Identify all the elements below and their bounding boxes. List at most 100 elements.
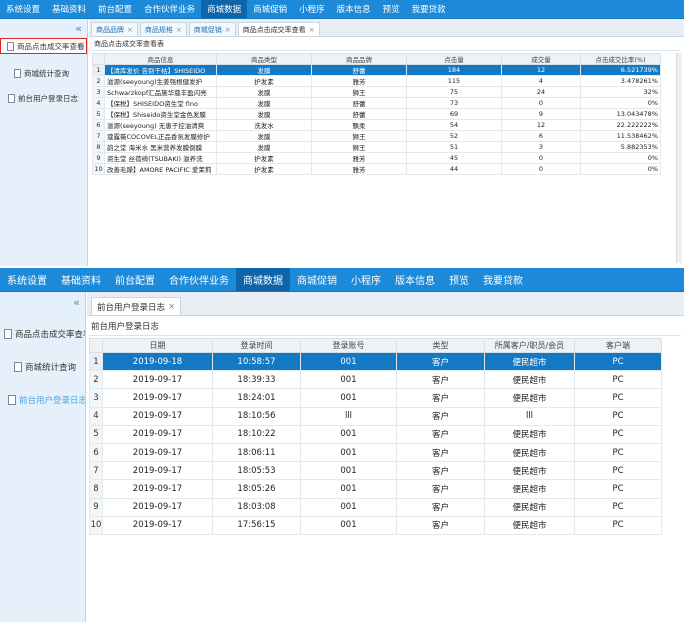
table-row[interactable]: 2 2019-09-17 18:39:33 001 客户 便民超市 PC [89,370,662,390]
nav-frontend-config[interactable]: 前台配置 [92,0,138,18]
nav-mall-promotion[interactable]: 商城促销 [290,268,344,291]
table-cell: 24 [501,86,581,98]
table-row[interactable]: 8 2019-09-17 18:05:26 001 客户 便民超市 PC [89,479,662,499]
sidebar-item-click-rate[interactable]: 商品点击成交率查看 [0,325,85,343]
table-row[interactable]: 6 2019-09-17 18:06:11 001 客户 便民超市 PC [89,442,662,463]
nav-system-settings[interactable]: 系统设置 [0,268,54,291]
sidebar-item-mall-stats[interactable]: 商城统计查询 [0,65,87,81]
table-cell: Schwarzkopf汇品施华蔻丰盈闪亮 [104,86,217,98]
nav-mall-promotion[interactable]: 商城促销 [247,0,293,18]
sidebar-item-login-log[interactable]: 前台用户登录日志 [0,90,87,106]
close-icon[interactable]: × [309,26,315,34]
table-cell: 便民超市 [484,351,575,372]
tab-click-rate[interactable]: 商品点击成交率查看 × [237,22,320,36]
nav-frontend-config[interactable]: 前台配置 [108,268,162,291]
nav-basic-data[interactable]: 基础资料 [54,268,108,291]
collapse-icon[interactable]: « [73,297,80,308]
table-cell: lll [484,406,575,426]
nav-basic-data[interactable]: 基础资料 [46,0,92,18]
nav-partner-business[interactable]: 合作伙伴业务 [138,0,201,18]
nav-version-info[interactable]: 版本信息 [331,0,377,18]
table-cell: 18:10:22 [212,424,301,444]
table-cell: 狮王 [311,130,407,142]
close-icon[interactable]: × [127,26,133,34]
nav-partner-business[interactable]: 合作伙伴业务 [162,268,236,291]
table-cell: 舒蕾 [311,108,407,120]
table-row[interactable]: 3 Schwarzkopf汇品施华蔻丰盈闪亮 发膜 狮王 75 24 32% [92,86,661,98]
nav-mini-program[interactable]: 小程序 [344,268,388,291]
nav-mall-data[interactable]: 商城数据 [236,268,290,291]
table-row[interactable]: 6 滋源(seeyoung) 无患子控油清爽 洗发水 飘柔 54 12 22.222222% [92,119,661,131]
table-row[interactable]: 5 2019-09-17 18:10:22 001 客户 便民超市 PC [89,424,662,444]
column-header-owner[interactable]: 所属客户/职员/会员 [484,338,575,353]
close-icon[interactable]: × [176,26,182,34]
table-row[interactable]: 3 2019-09-17 18:24:01 001 客户 便民超市 PC [89,388,662,408]
sidebar: « 商品点击成交率查看 商城统计查询 前台用户登录日志 [0,19,88,266]
tab-brand[interactable]: 商品品牌 × [91,22,138,36]
column-header-clicks[interactable]: 点击量 [406,53,502,65]
table-cell: 001 [300,497,397,517]
vertical-scrollbar[interactable] [676,53,682,263]
table-cell: 发膜 [216,108,312,120]
column-header-account[interactable]: 登录账号 [300,338,397,353]
column-header-date[interactable]: 日期 [102,338,213,353]
document-icon [7,41,14,51]
table-cell: 001 [300,424,397,444]
table-cell: 2019-09-17 [102,424,213,444]
table-cell: 洗发水 [216,119,312,131]
table-row[interactable]: 2 滋源(seeyoung)生姜强根健发护 护发素 雅芳 115 4 3.478261% [92,75,661,87]
table-cell: 0 [501,152,581,164]
column-header-rate[interactable]: 点击成交比率(%) [580,53,661,65]
table-cell: lll [300,406,397,426]
column-header-deals[interactable]: 成交量 [501,53,581,65]
table-row[interactable]: 8 韵之堂 海米水 黑米营养发膜倒膜 发膜 狮王 51 3 5.882353% [92,141,661,153]
column-header-product[interactable]: 商品信息 [104,53,217,65]
table-row[interactable]: 9 2019-09-17 18:03:08 001 客户 便民超市 PC [89,497,662,517]
table-cell: 雅芳 [311,75,407,87]
column-header-type[interactable]: 类型 [396,338,485,353]
nav-mini-program[interactable]: 小程序 [293,0,331,18]
nav-preview[interactable]: 预览 [442,268,476,291]
table-row[interactable]: 7 蔻露薇COCOVEL正品香氛发膜修护 发膜 狮王 52 6 11.538462% [92,130,661,142]
collapse-icon[interactable]: « [75,23,82,34]
row-number: 9 [89,497,103,517]
table-cell: 护发素 [216,152,312,164]
nav-system-settings[interactable]: 系统设置 [0,0,46,18]
close-icon[interactable]: × [168,302,175,312]
table-row[interactable]: 1 2019-09-18 10:58:57 001 客户 便民超市 PC [89,351,662,372]
nav-loan[interactable]: 我要贷款 [476,268,530,291]
table-cell: 滋源(seeyoung) 无患子控油清爽 [104,119,217,131]
table-row[interactable]: 10 2019-09-17 17:56:15 001 客户 便民超市 PC [89,515,662,535]
row-number: 8 [92,141,105,153]
sidebar-item-mall-stats[interactable]: 商城统计查询 [0,358,85,376]
table-cell: 便民超市 [484,370,575,390]
row-number: 9 [92,152,105,164]
table-row[interactable]: 1 【清库发价 告别干枯】SHISEIDO 发膜 舒蕾 184 12 6.521739% [92,64,661,76]
tab-promotion[interactable]: 商城促销 × [188,22,236,36]
sidebar-item-click-rate[interactable]: 商品点击成交率查看 [0,38,87,54]
column-header-brand[interactable]: 商品品牌 [311,53,407,65]
tab-login-log[interactable]: 前台用户登录日志 × [91,297,182,315]
table-row[interactable]: 7 2019-09-17 18:05:53 001 客户 便民超市 PC [89,461,662,481]
nav-mall-data[interactable]: 商城数据 [201,0,248,18]
table-row[interactable]: 4 【保税】SHISEIDO资生堂 fino 发膜 舒蕾 73 0 0% [92,97,661,109]
table-row[interactable]: 10 改善毛躁】AMORE PACIFIC 爱茉莉 护发素 雅芳 44 0 0% [92,163,661,175]
table-row[interactable]: 9 资生堂 丝蓓绮(TSUBAKI) 滋养洗 护发素 雅芳 45 0 0% [92,152,661,164]
row-number: 3 [92,86,105,98]
column-header-client[interactable]: 客户端 [574,338,662,353]
nav-preview[interactable]: 预览 [377,0,406,18]
document-icon [14,68,21,78]
sidebar-item-login-log[interactable]: 前台用户登录日志 [0,391,85,409]
nav-loan[interactable]: 我要贷款 [406,0,452,18]
tab-spec[interactable]: 商品规格 × [139,22,187,36]
nav-version-info[interactable]: 版本信息 [388,268,442,291]
column-header-type[interactable]: 商品类型 [216,53,312,65]
top-nav: 系统设置 基础资料 前台配置 合作伙伴业务 商城数据 商城促销 小程序 版本信息… [0,268,684,292]
close-icon[interactable]: × [225,26,231,34]
table-row[interactable]: 4 2019-09-17 18:10:56 lll 客户 lll PC [89,406,662,426]
table-cell: 2019-09-17 [102,370,213,390]
column-header-login-time[interactable]: 登录时间 [212,338,301,353]
table-row[interactable]: 5 【保税】Shiseido资生堂金色发膜 发膜 舒蕾 69 9 13.043478% [92,108,661,120]
table-cell: 4 [501,75,581,87]
table-cell: 便民超市 [484,424,575,444]
